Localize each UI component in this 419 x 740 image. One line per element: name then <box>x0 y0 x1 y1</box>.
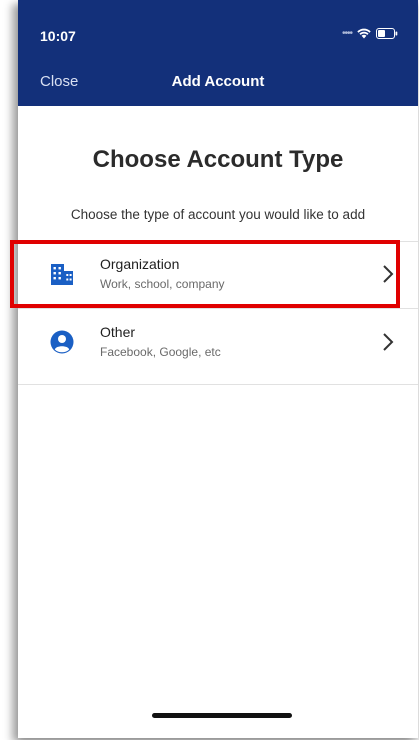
other-subtitle: Facebook, Google, etc <box>100 345 221 359</box>
building-icon <box>51 264 73 285</box>
nav-title: Add Account <box>171 73 265 90</box>
page-title: Choose Account Type <box>92 146 344 173</box>
organization-title: Organization <box>100 256 180 272</box>
status-icons: •••• <box>342 28 398 39</box>
organization-subtitle: Work, school, company <box>100 277 225 291</box>
phone-screen: 10:07 •••• Close Add Account Choose Acco… <box>18 0 418 738</box>
battery-icon <box>376 28 398 39</box>
nav-bar: Close Add Account <box>18 56 418 106</box>
other-title: Other <box>100 324 136 340</box>
page-subtitle: Choose the type of account you would lik… <box>70 207 366 222</box>
person-icon <box>50 330 74 354</box>
chevron-right-icon <box>383 333 394 351</box>
divider <box>18 384 418 385</box>
status-bar: 10:07 •••• <box>18 0 418 56</box>
home-indicator[interactable] <box>152 713 292 718</box>
divider <box>18 308 418 309</box>
chevron-right-icon <box>383 265 394 283</box>
account-type-other[interactable]: Other Facebook, Google, etc <box>18 310 418 376</box>
account-type-organization[interactable]: Organization Work, school, company <box>18 242 418 308</box>
wifi-icon <box>357 28 371 39</box>
signal-icon: •••• <box>341 28 353 39</box>
status-time: 10:07 <box>40 28 76 44</box>
